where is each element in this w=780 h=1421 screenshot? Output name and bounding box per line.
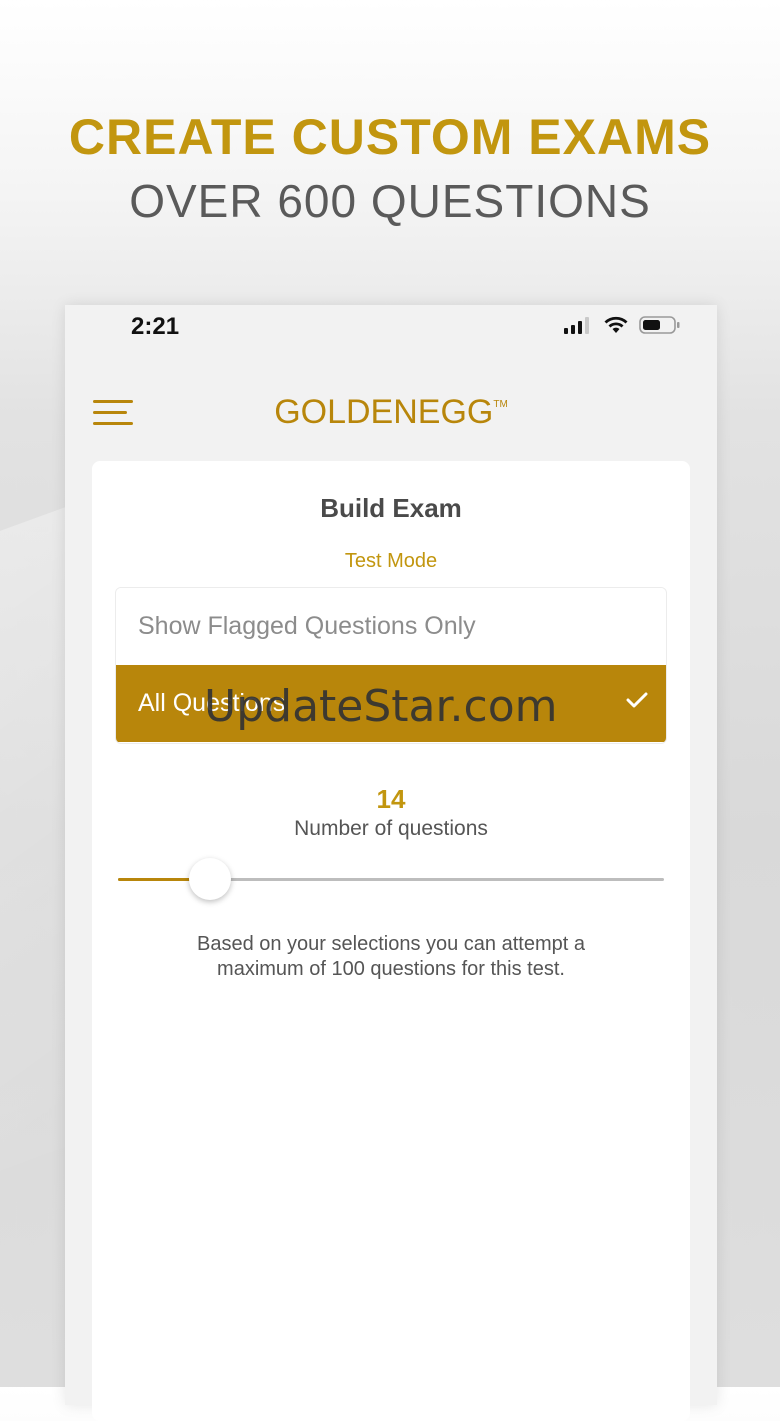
goldenegg-logo: GOLDENEGGTM [65, 393, 717, 432]
trademark-mark: TM [493, 399, 508, 410]
card-title: Build Exam [320, 493, 462, 523]
option-flagged-questions[interactable]: Show Flagged Questions Only [116, 588, 666, 665]
promo-subheadline: OVER 600 QUESTIONS [129, 175, 651, 227]
option-label: Show Flagged Questions Only [138, 612, 476, 640]
status-icons [563, 315, 681, 335]
wifi-icon [604, 316, 628, 333]
battery-icon [639, 316, 680, 334]
option-label: All Questions [138, 689, 286, 717]
question-filter-options: Show Flagged Questions Only All Question… [115, 587, 667, 744]
logo-text: GOLDENEGG [274, 393, 494, 431]
promo-headline: CREATE CUSTOM EXAMS [68, 109, 712, 165]
question-count-value: 14 [376, 784, 406, 814]
question-count-label: Number of questions [294, 817, 488, 840]
signal-icon [564, 317, 589, 334]
question-count-slider[interactable] [118, 858, 664, 900]
checkmark-icon [626, 692, 648, 708]
slider-thumb[interactable] [188, 858, 231, 900]
option-all-questions[interactable]: All Questions [116, 665, 666, 742]
phone-screen: 2:21 GOLDENEGGTM Build Exam Test Mode Sh… [65, 305, 717, 1421]
max-questions-info: Based on your selections you can attempt… [196, 933, 585, 980]
status-time: 2:21 [131, 313, 180, 340]
build-exam-card: Build Exam Test Mode Show Flagged Questi… [92, 461, 690, 1421]
test-mode-label: Test Mode [344, 550, 438, 572]
